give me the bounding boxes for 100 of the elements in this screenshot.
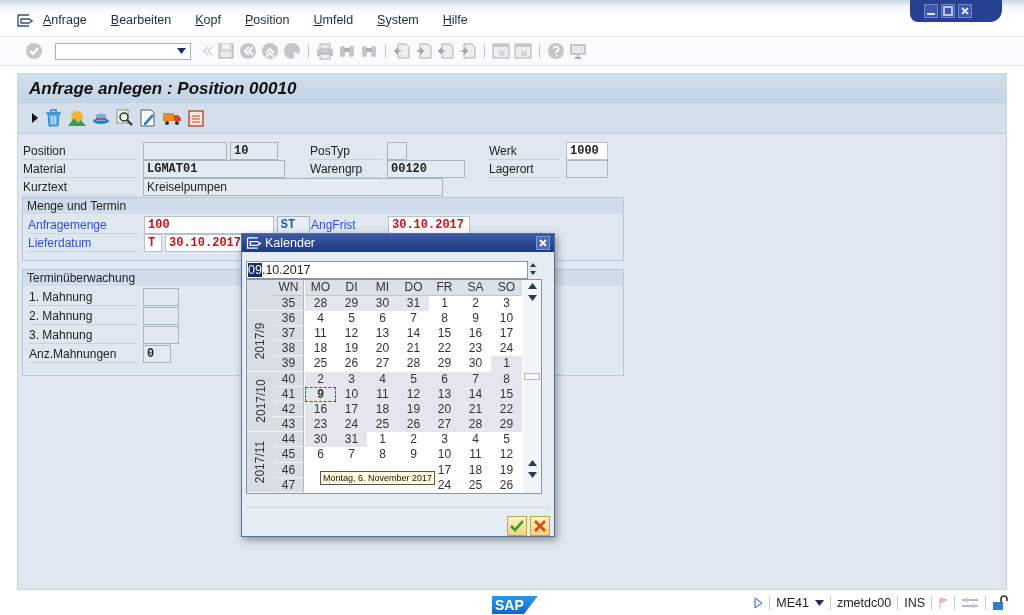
print-icon[interactable] xyxy=(316,42,334,60)
calendar-day[interactable]: 19 xyxy=(336,341,367,357)
monitor-icon[interactable] xyxy=(569,42,587,60)
calendar-day[interactable]: 30 xyxy=(305,432,336,448)
menu-item[interactable]: Kopf xyxy=(195,13,221,27)
dropdown-caret-icon[interactable] xyxy=(177,48,186,54)
calendar-day[interactable]: 14 xyxy=(398,325,429,342)
calendar-day[interactable]: 18 xyxy=(460,462,491,478)
calendar-day[interactable]: 23 xyxy=(460,341,491,357)
help-icon[interactable] xyxy=(547,42,565,60)
mountain-sun-icon[interactable] xyxy=(68,109,86,127)
hat-icon[interactable] xyxy=(92,111,110,125)
calendar-day[interactable]: 29 xyxy=(491,417,522,433)
calendar-day[interactable]: 15 xyxy=(429,325,460,342)
calendar-day[interactable]: 25 xyxy=(367,417,398,433)
calendar-day[interactable]: 21 xyxy=(398,341,429,357)
calendar-day[interactable]: 19 xyxy=(491,462,522,478)
calendar-day[interactable]: 7 xyxy=(398,310,429,326)
calendar-day[interactable]: 6 xyxy=(367,310,398,326)
calendar-day[interactable]: 31 xyxy=(336,432,367,448)
new-session-icon[interactable] xyxy=(492,42,510,60)
menu-item[interactable]: System xyxy=(377,13,419,27)
ok-icon[interactable] xyxy=(25,42,43,60)
calendar-day[interactable]: 17 xyxy=(491,325,522,342)
date-format-field[interactable]: T xyxy=(144,234,162,252)
scroll-down-icon[interactable] xyxy=(527,295,537,302)
calendar-day[interactable]: 10 xyxy=(491,310,522,326)
calendar-day[interactable]: 16 xyxy=(460,325,491,342)
calendar-day[interactable]: 28 xyxy=(460,417,491,433)
magnifier-icon[interactable] xyxy=(116,109,134,127)
calendar-day[interactable]: 4 xyxy=(460,432,491,448)
save-icon[interactable] xyxy=(217,42,235,60)
calendar-day[interactable]: 8 xyxy=(367,447,398,463)
calendar-day[interactable]: 7 xyxy=(460,371,491,387)
calendar-day[interactable]: 26 xyxy=(398,417,429,433)
play-triangle-icon[interactable] xyxy=(754,596,764,609)
calendar-day[interactable]: 8 xyxy=(429,310,460,326)
trash-icon[interactable] xyxy=(45,109,62,127)
menu-item[interactable]: Hilfe xyxy=(442,13,468,27)
scroll-up-icon[interactable] xyxy=(527,283,537,290)
calendar-day[interactable]: 7 xyxy=(336,447,367,463)
close-icon[interactable] xyxy=(536,236,550,251)
calendar-day[interactable]: 4 xyxy=(367,371,398,387)
menu-item[interactable]: Bearbeiten xyxy=(110,13,172,27)
calendar-day[interactable]: 29 xyxy=(429,356,460,372)
back-icon[interactable] xyxy=(239,42,257,60)
scroll-down-icon[interactable] xyxy=(527,472,537,479)
sliders-icon[interactable] xyxy=(961,596,979,609)
calendar-day[interactable]: 26 xyxy=(491,477,522,493)
calendar-day[interactable]: 3 xyxy=(429,432,460,448)
calendar-day[interactable]: 22 xyxy=(429,341,460,357)
dropdown-caret-icon[interactable] xyxy=(814,599,824,606)
text-field[interactable] xyxy=(143,307,179,325)
command-field[interactable] xyxy=(55,42,191,60)
padlock-icon[interactable] xyxy=(992,594,1008,611)
flag-icon[interactable] xyxy=(938,595,948,610)
minimize-icon[interactable] xyxy=(924,4,938,18)
calendar-day[interactable]: 28 xyxy=(398,356,429,372)
edit-document-icon[interactable] xyxy=(140,109,156,127)
shortcut-icon[interactable] xyxy=(514,42,532,60)
maximize-icon[interactable] xyxy=(941,4,955,18)
calendar-day[interactable]: 16 xyxy=(305,401,336,418)
cancel-icon[interactable] xyxy=(283,42,301,60)
calendar-day[interactable]: 10 xyxy=(429,447,460,463)
calendar-day[interactable]: 3 xyxy=(336,371,367,387)
calendar-day[interactable]: 27 xyxy=(429,417,460,433)
menu-item[interactable]: Anfrage xyxy=(43,13,87,27)
calendar-day[interactable]: 26 xyxy=(336,356,367,372)
calendar-day[interactable]: 25 xyxy=(305,356,336,372)
cancel-button[interactable] xyxy=(530,516,550,536)
calendar-day[interactable]: 2 xyxy=(460,295,491,311)
calendar-day[interactable]: 6 xyxy=(305,447,336,463)
truck-icon[interactable] xyxy=(162,110,182,126)
scrollbar[interactable] xyxy=(523,280,541,493)
menu-item[interactable]: Umfeld xyxy=(313,13,354,27)
previous-page-icon[interactable] xyxy=(415,42,433,60)
expand-triangle-icon[interactable] xyxy=(31,112,39,124)
calendar-day[interactable]: 4 xyxy=(305,310,336,326)
calendar-day[interactable]: 30 xyxy=(460,356,491,372)
calendar-day[interactable]: 18 xyxy=(305,341,336,357)
calendar-day[interactable]: 24 xyxy=(491,341,522,357)
text-field[interactable] xyxy=(143,326,179,344)
calendar-day[interactable]: 24 xyxy=(336,417,367,433)
calendar-day[interactable]: 27 xyxy=(367,356,398,372)
calendar-day[interactable]: 20 xyxy=(367,341,398,357)
calendar-day[interactable]: 12 xyxy=(336,325,367,342)
calendar-day[interactable]: 11 xyxy=(460,447,491,463)
text-field[interactable] xyxy=(143,288,179,306)
text-field[interactable]: 100 xyxy=(144,216,274,234)
calendar-day[interactable]: 2 xyxy=(398,432,429,448)
calendar-list-icon[interactable] xyxy=(188,109,204,127)
calendar-day[interactable]: 3 xyxy=(491,295,522,311)
scroll-thumb[interactable] xyxy=(524,373,540,381)
first-page-icon[interactable] xyxy=(393,42,411,60)
calendar-day[interactable]: 11 xyxy=(305,325,336,342)
menu-icon[interactable] xyxy=(17,13,33,27)
next-page-icon[interactable] xyxy=(437,42,455,60)
calendar-day[interactable]: 9 xyxy=(460,310,491,326)
exit-icon[interactable] xyxy=(261,42,279,60)
calendar-day[interactable]: 9 xyxy=(398,447,429,463)
